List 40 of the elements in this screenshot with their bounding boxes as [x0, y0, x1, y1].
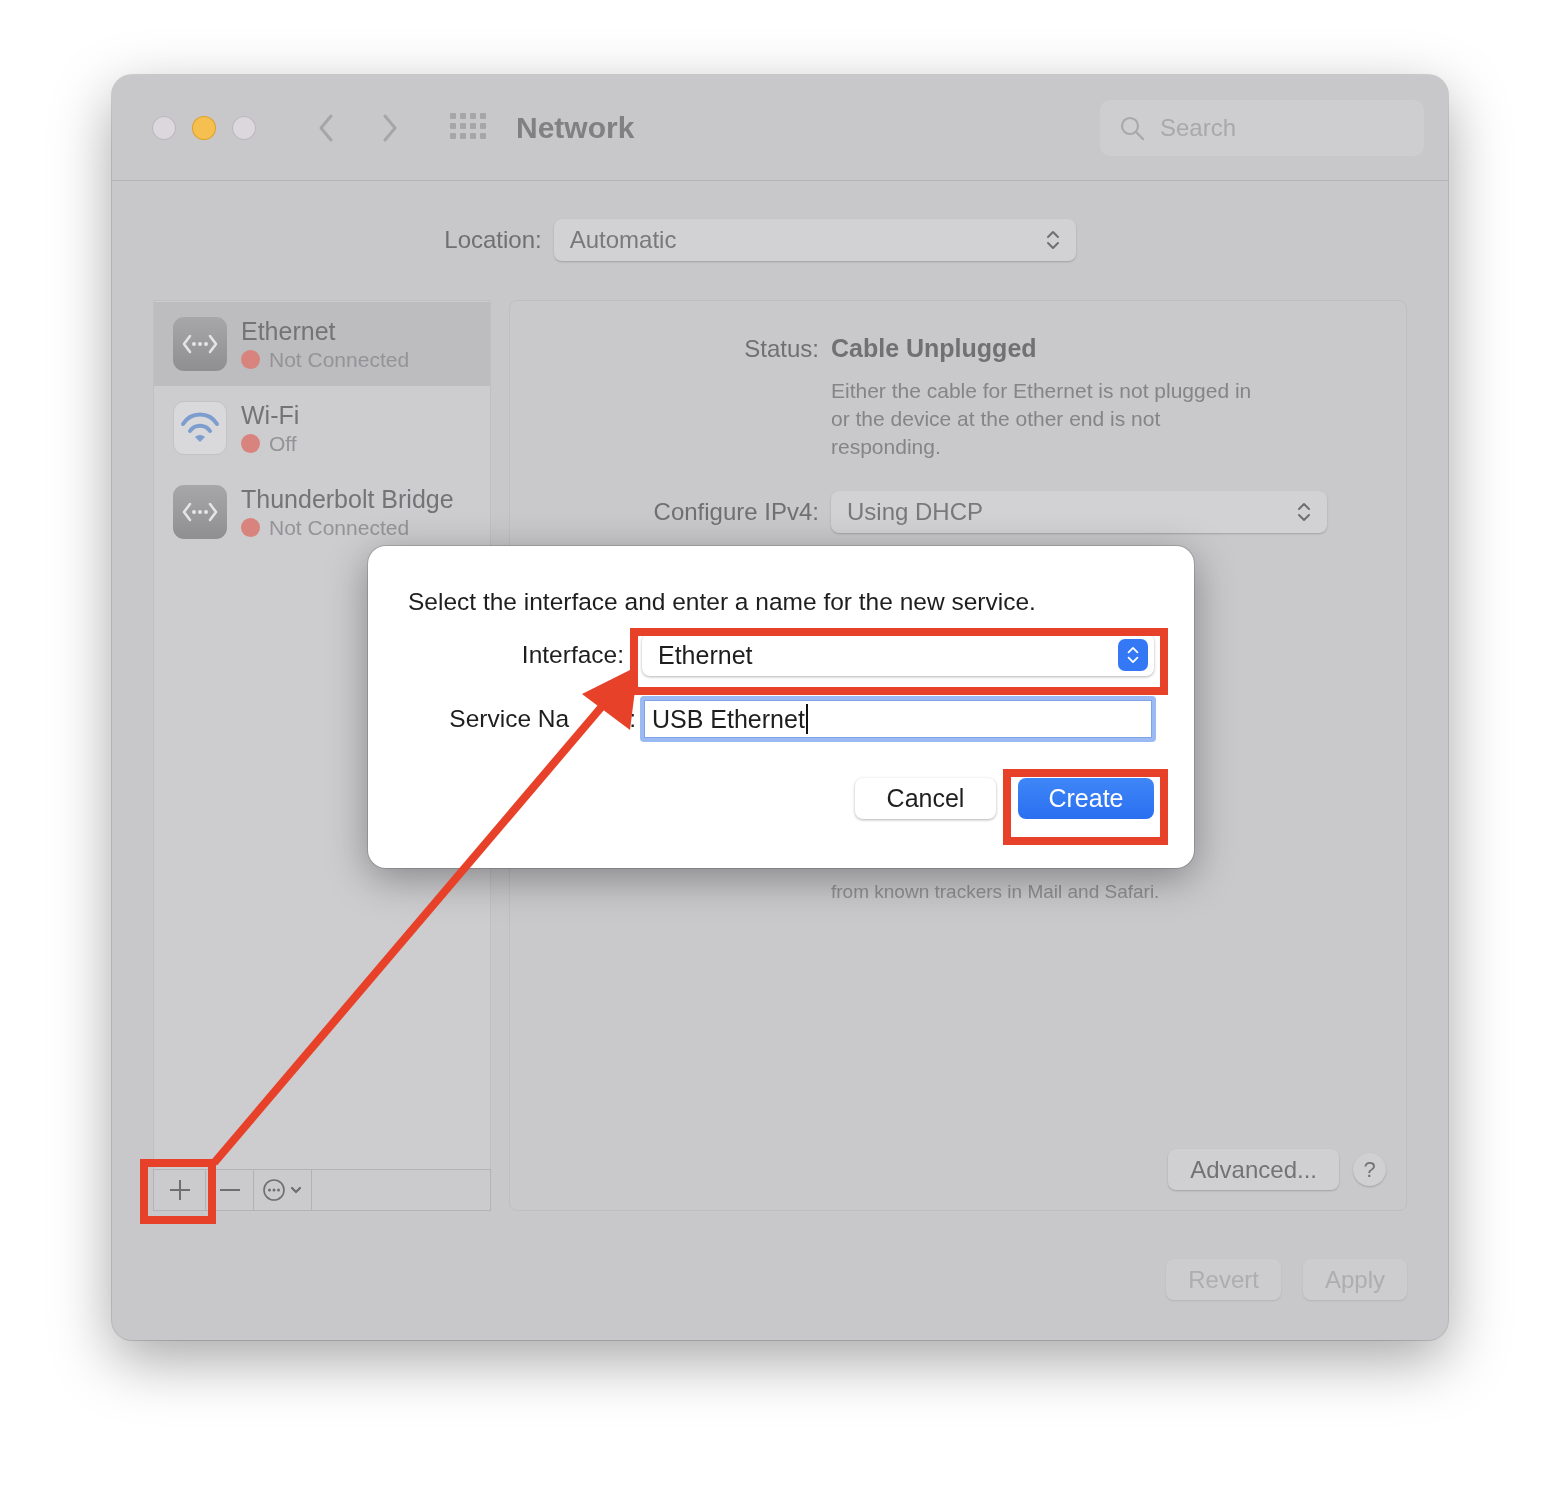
- chevron-left-icon: [318, 112, 334, 143]
- close-window-button[interactable]: [152, 115, 176, 140]
- status-value: Cable Unplugged: [831, 334, 1038, 363]
- service-name-field[interactable]: USB Ethernet: [640, 696, 1156, 742]
- service-status: Not Connected: [269, 515, 410, 540]
- configure-ipv4-popup[interactable]: Using DHCP: [831, 491, 1327, 533]
- service-list-item[interactable]: Thunderbolt Bridge Not Connected: [154, 470, 490, 554]
- service-status: Off: [269, 431, 297, 456]
- up-down-chevron-icon: [1125, 645, 1141, 665]
- service-name: Wi-Fi: [241, 400, 300, 430]
- dialog-message: Select the interface and enter a name for the new service.: [408, 588, 1037, 616]
- location-popup[interactable]: Automatic: [553, 219, 1076, 261]
- service-name: Thunderbolt Bridge: [241, 484, 454, 514]
- window-title: Network: [516, 110, 635, 145]
- default-button[interactable]: Create: [1018, 778, 1154, 819]
- plus-icon: [168, 1179, 191, 1201]
- advanced-button[interactable]: Advanced...: [1168, 1149, 1339, 1190]
- status-description: Either the cable for Ethernet is not plugged in or the device at the other end is not responding.: [831, 378, 1253, 460]
- dialog-button[interactable]: Cancel: [855, 778, 996, 819]
- location-label: Location:: [444, 226, 542, 254]
- service-name: Ethernet: [241, 316, 337, 346]
- interface-label: Interface:: [520, 641, 625, 669]
- status-label: Status:: [743, 334, 819, 363]
- ellipsis-circle-chevron-icon: [262, 1179, 303, 1201]
- service-name-label: Service Na: [449, 705, 570, 733]
- minimize-window-button[interactable]: [192, 115, 216, 140]
- forward-button[interactable]: [382, 112, 398, 143]
- back-button[interactable]: [318, 112, 334, 143]
- zoom-window-button[interactable]: [232, 115, 256, 140]
- service-list-item[interactable]: Wi-Fi Off: [154, 386, 490, 470]
- configure-ipv4-label: Configure IPv4:: [652, 498, 819, 526]
- privacy-note: from known trackers in Mail and Safari.: [831, 880, 1161, 904]
- minus-icon: [218, 1188, 241, 1192]
- chevron-right-icon: [382, 112, 398, 143]
- colon-label: :: [629, 705, 636, 733]
- up-down-chevron-icon: [1295, 502, 1313, 522]
- wifi-icon: [180, 412, 220, 444]
- help-button[interactable]: ?: [1353, 1153, 1386, 1186]
- grid-icon[interactable]: [450, 112, 486, 139]
- interface-popup[interactable]: Ethernet: [642, 634, 1154, 676]
